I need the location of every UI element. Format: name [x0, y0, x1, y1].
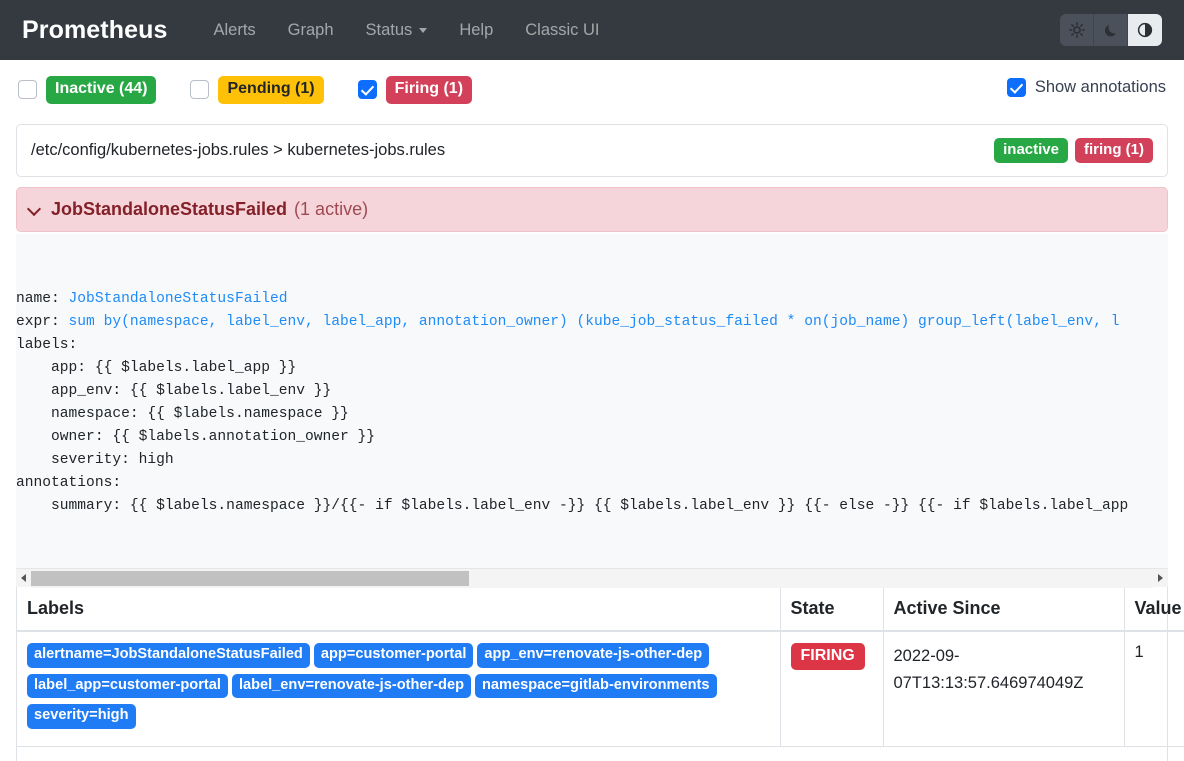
table-header-row: Labels State Active Since Value: [17, 587, 1184, 631]
column-header-labels[interactable]: Labels: [17, 587, 780, 631]
rule-group-header[interactable]: /etc/config/kubernetes-jobs.rules > kube…: [17, 125, 1167, 176]
half-circle-icon[interactable]: [1128, 14, 1162, 46]
nav-link-label: Graph: [288, 21, 334, 40]
cell-active-since: 2022-09-07T13:13:57.646974049Z: [883, 631, 1124, 746]
status-badge-inactive: inactive: [994, 138, 1068, 163]
code-expr-value: sum by(namespace, label_env, label_app, …: [69, 314, 1120, 330]
alerts-table: Labels State Active Since Value alertnam…: [17, 587, 1184, 761]
filter-row: Inactive (44) Pending (1) Firing (1) Sho…: [0, 60, 1184, 116]
nav-link-label: Status: [366, 21, 413, 40]
filter-pending[interactable]: Pending (1): [190, 76, 323, 103]
alert-rule-header[interactable]: JobStandaloneStatusFailed (1 active): [16, 187, 1168, 232]
filter-firing-badge[interactable]: Firing (1): [386, 76, 472, 103]
nav-link-classic-ui[interactable]: Classic UI: [509, 13, 615, 48]
nav-links: Alerts Graph Status Help Classic UI: [197, 13, 615, 48]
filter-inactive[interactable]: Inactive (44): [18, 76, 156, 103]
nav-link-label: Help: [459, 21, 493, 40]
filter-firing-checkbox[interactable]: [358, 80, 377, 99]
chevron-down-icon: [29, 203, 42, 216]
scrollbar-track[interactable]: [31, 569, 1153, 588]
group-status-badges: inactive firing (1): [994, 138, 1153, 163]
column-header-value[interactable]: Value: [1124, 587, 1184, 631]
nav-link-help[interactable]: Help: [443, 13, 509, 48]
show-annotations-checkbox[interactable]: [1007, 78, 1026, 97]
code-content: name: JobStandaloneStatusFailed expr: su…: [16, 288, 1168, 518]
filter-pending-badge[interactable]: Pending (1): [218, 76, 323, 103]
filter-inactive-badge[interactable]: Inactive (44): [46, 76, 156, 103]
show-annotations-toggle[interactable]: Show annotations: [1007, 78, 1166, 97]
alert-rule-active-count: (1 active): [294, 199, 368, 220]
nav-link-label: Alerts: [213, 21, 255, 40]
label-badge[interactable]: label_app=customer-portal: [27, 674, 228, 699]
alert-rule-name: JobStandaloneStatusFailed: [51, 199, 287, 220]
annotations-heading: Annotations: [17, 746, 1184, 761]
cell-labels: alertname=JobStandaloneStatusFailedapp=c…: [17, 631, 780, 746]
scroll-right-arrow-icon[interactable]: [1153, 569, 1168, 588]
filter-pending-checkbox[interactable]: [190, 80, 209, 99]
status-badge-firing: FIRING: [791, 643, 865, 670]
show-annotations-label: Show annotations: [1035, 78, 1166, 97]
scroll-left-arrow-icon[interactable]: [16, 569, 31, 588]
cell-value: 1: [1124, 631, 1184, 746]
label-badge[interactable]: alertname=JobStandaloneStatusFailed: [27, 643, 310, 668]
cell-state: FIRING: [780, 631, 883, 746]
breadcrumb: /etc/config/kubernetes-jobs.rules > kube…: [31, 141, 445, 160]
code-name-key: name:: [16, 291, 69, 307]
nav-link-label: Classic UI: [525, 21, 599, 40]
table-row: alertname=JobStandaloneStatusFailedapp=c…: [17, 631, 1184, 746]
filter-inactive-checkbox[interactable]: [18, 80, 37, 99]
navbar: Prometheus Alerts Graph Status Help Clas…: [0, 0, 1184, 60]
status-badge-firing: firing (1): [1075, 138, 1153, 163]
nav-link-alerts[interactable]: Alerts: [197, 13, 271, 48]
code-expr-key: expr:: [16, 314, 69, 330]
label-badge[interactable]: app=customer-portal: [314, 643, 474, 668]
brand-logo[interactable]: Prometheus: [22, 16, 167, 45]
theme-toggle-group: [1060, 14, 1162, 46]
moon-icon[interactable]: [1094, 14, 1128, 46]
code-horizontal-scrollbar[interactable]: [16, 568, 1168, 587]
rule-group-card: /etc/config/kubernetes-jobs.rules > kube…: [16, 124, 1168, 177]
alert-rule: JobStandaloneStatusFailed (1 active) nam…: [16, 187, 1168, 587]
label-badge[interactable]: namespace=gitlab-environments: [475, 674, 717, 699]
code-name-value: JobStandaloneStatusFailed: [69, 291, 288, 307]
chevron-down-icon: [419, 28, 427, 33]
scrollbar-thumb[interactable]: [31, 571, 469, 586]
rule-definition-code: name: JobStandaloneStatusFailed expr: su…: [16, 234, 1168, 568]
annotations-heading-row: Annotations: [17, 746, 1184, 761]
label-badge[interactable]: severity=high: [27, 704, 136, 729]
nav-link-status[interactable]: Status: [350, 13, 444, 48]
filter-firing[interactable]: Firing (1): [358, 76, 472, 103]
code-body: labels: app: {{ $labels.label_app }} app…: [16, 337, 1128, 514]
column-header-active-since[interactable]: Active Since: [883, 587, 1124, 631]
label-badge[interactable]: app_env=renovate-js-other-dep: [477, 643, 709, 668]
table-head: Labels State Active Since Value: [17, 587, 1184, 631]
alerts-table-wrapper: Labels State Active Since Value alertnam…: [16, 587, 1168, 761]
table-body: alertname=JobStandaloneStatusFailedapp=c…: [17, 631, 1184, 761]
label-badge[interactable]: label_env=renovate-js-other-dep: [232, 674, 471, 699]
sun-icon[interactable]: [1060, 14, 1094, 46]
nav-link-graph[interactable]: Graph: [272, 13, 350, 48]
column-header-state[interactable]: State: [780, 587, 883, 631]
